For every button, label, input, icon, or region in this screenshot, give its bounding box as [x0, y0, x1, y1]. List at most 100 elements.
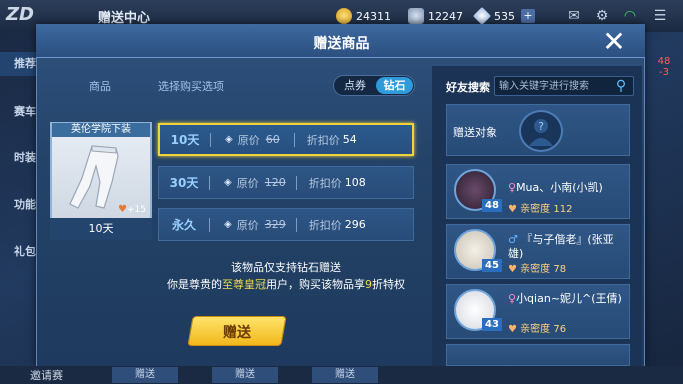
friend-name-row: ♀小qian~妮儿^(王倩) — [508, 292, 626, 306]
vip-tier: 至尊皇冠 — [222, 278, 266, 291]
send-button-label[interactable]: 赠送 — [190, 322, 284, 342]
search-icon[interactable]: ⚲ — [612, 77, 630, 95]
vip-privilege-note: 你是尊贵的至尊皇冠用户，购买该物品享9折特权 — [108, 276, 464, 292]
intimacy-value: 78 — [553, 264, 567, 275]
friend-name-row: ♀Mua、小南(小凯) — [508, 179, 603, 195]
item-duration: 10天 — [50, 218, 152, 240]
original-price-label: 原价 — [237, 133, 260, 147]
discount-price-label: 折扣价 — [306, 133, 340, 147]
mail-icon[interactable]: ✉ — [566, 8, 582, 24]
intimacy-label: 亲密度 — [520, 264, 551, 275]
coupon-amount: 12247 — [428, 9, 463, 23]
bg-number-b: -3 — [659, 67, 669, 78]
pants-item-image — [69, 145, 119, 209]
close-icon[interactable]: ✕ — [598, 28, 630, 56]
diamond-icon — [472, 6, 492, 26]
friend-name: 小qian~妮儿^(王倩) — [516, 292, 622, 305]
gold-amount: 24311 — [356, 9, 391, 23]
friend-name-row: ♂ 『与子偕老』(张亚雄) — [508, 233, 626, 261]
option-10-days[interactable]: 10天 ◈ 原价 60 折扣价 54 — [158, 123, 414, 156]
discount-price-label: 折扣价 — [308, 218, 342, 232]
toggle-coupon[interactable]: 点券 — [336, 77, 374, 94]
diamond-icon: ◈ — [224, 219, 232, 230]
original-price: 329 — [264, 218, 286, 231]
bg-menu-race: 赛车 — [14, 105, 36, 118]
tab-product[interactable]: 商品 — [89, 78, 111, 94]
original-price-label: 原价 — [236, 218, 259, 232]
right-edge-bg: 48 -3 — [645, 56, 683, 116]
item-name: 英伦学院下装 — [52, 123, 150, 137]
gear-icon[interactable]: ⚙ — [594, 8, 610, 24]
option-30-days[interactable]: 30天 ◈ 原价 120 折扣价 108 — [158, 166, 414, 199]
intimacy-label: 亲密度 — [520, 324, 551, 335]
option-permanent[interactable]: 永久 ◈ 原价 329 折扣价 296 — [158, 208, 414, 241]
friend-name: 『与子偕老』(张亚雄) — [508, 233, 614, 260]
svg-text:?: ? — [538, 120, 544, 133]
intimacy-bonus-value: +15 — [126, 205, 146, 215]
diamond-currency: 535 + — [472, 6, 535, 26]
unknown-user-icon: ? — [529, 119, 553, 146]
dialog-title: 赠送商品 — [313, 36, 370, 52]
discount-price: 108 — [344, 176, 366, 189]
original-price: 60 — [265, 133, 280, 146]
intimacy-value: 76 — [553, 324, 567, 335]
empty-avatar: ? — [519, 110, 563, 152]
friend-name: Mua、小南(小凯) — [516, 181, 603, 194]
note-part: 用户，购买该物品享 — [266, 278, 365, 291]
friend-search-label: 好友搜索 — [446, 81, 490, 94]
intimacy-bonus: ♥+15 — [118, 204, 146, 215]
original-price-label: 原价 — [236, 176, 259, 190]
divider — [210, 132, 211, 147]
toggle-diamond[interactable]: 钻石 — [376, 77, 413, 94]
intimacy-value: 112 — [553, 204, 573, 215]
diamond-icon: ◈ — [225, 134, 233, 145]
bg-menu-gift: 礼包 — [14, 245, 36, 258]
gift-target-label: 赠送对象 — [453, 126, 497, 139]
divider — [209, 175, 210, 190]
friend-level: 48 — [482, 199, 502, 212]
friend-level: 43 — [482, 318, 502, 331]
discount-rate: 9 — [365, 278, 372, 291]
bottom-send-button[interactable]: 赠送 — [312, 367, 378, 383]
female-icon: ♀ — [508, 292, 517, 305]
divider — [295, 175, 297, 190]
option-days: 永久 — [171, 218, 196, 232]
wifi-icon: ◠ — [623, 8, 637, 24]
note-part: 折特权 — [372, 278, 405, 291]
intimacy-label: 亲密度 — [520, 204, 551, 215]
friend-intimacy: ♥ 亲密度 112 — [508, 204, 573, 215]
diamond-amount: 535 — [494, 9, 515, 23]
coupon-currency: 12247 — [408, 7, 463, 25]
menu-icon[interactable]: ☰ — [652, 8, 668, 24]
friend-intimacy: ♥ 亲密度 78 — [508, 264, 567, 275]
bg-menu-fashion: 时装 — [14, 151, 36, 164]
friend-intimacy: ♥ 亲密度 76 — [508, 324, 567, 335]
female-icon: ♀ — [508, 181, 517, 194]
discount-price-label: 折扣价 — [308, 176, 342, 190]
bg-number-a: 48 — [657, 56, 671, 67]
bottom-invite-label: 邀请赛 — [30, 369, 63, 382]
option-days: 10天 — [170, 133, 200, 147]
original-price: 120 — [264, 176, 286, 189]
discount-price: 296 — [344, 218, 366, 231]
option-days: 30天 — [169, 176, 199, 190]
coupon-icon — [408, 8, 424, 24]
add-diamond-button[interactable]: + — [521, 9, 535, 23]
bottom-send-button[interactable]: 赠送 — [112, 367, 178, 383]
friend-level: 45 — [482, 259, 502, 272]
male-icon: ♂ — [508, 233, 518, 246]
diamond-only-note: 该物品仅支持钻石赠送 — [231, 261, 341, 274]
tab-purchase-options[interactable]: 选择购买选项 — [158, 78, 224, 94]
diamond-icon: ◈ — [224, 177, 232, 188]
gold-currency: 24311 — [336, 7, 391, 25]
divider — [209, 217, 210, 232]
bg-menu-function: 功能 — [14, 198, 36, 211]
friend-item-partial[interactable] — [446, 344, 630, 366]
note-part: 你是尊贵的 — [167, 278, 222, 291]
bottom-send-button[interactable]: 赠送 — [212, 367, 278, 383]
divider — [295, 217, 297, 232]
divider — [293, 132, 295, 147]
bg-menu-recommend: 推荐 — [0, 52, 38, 76]
discount-price: 54 — [342, 133, 357, 146]
gold-coin-icon — [336, 8, 352, 24]
